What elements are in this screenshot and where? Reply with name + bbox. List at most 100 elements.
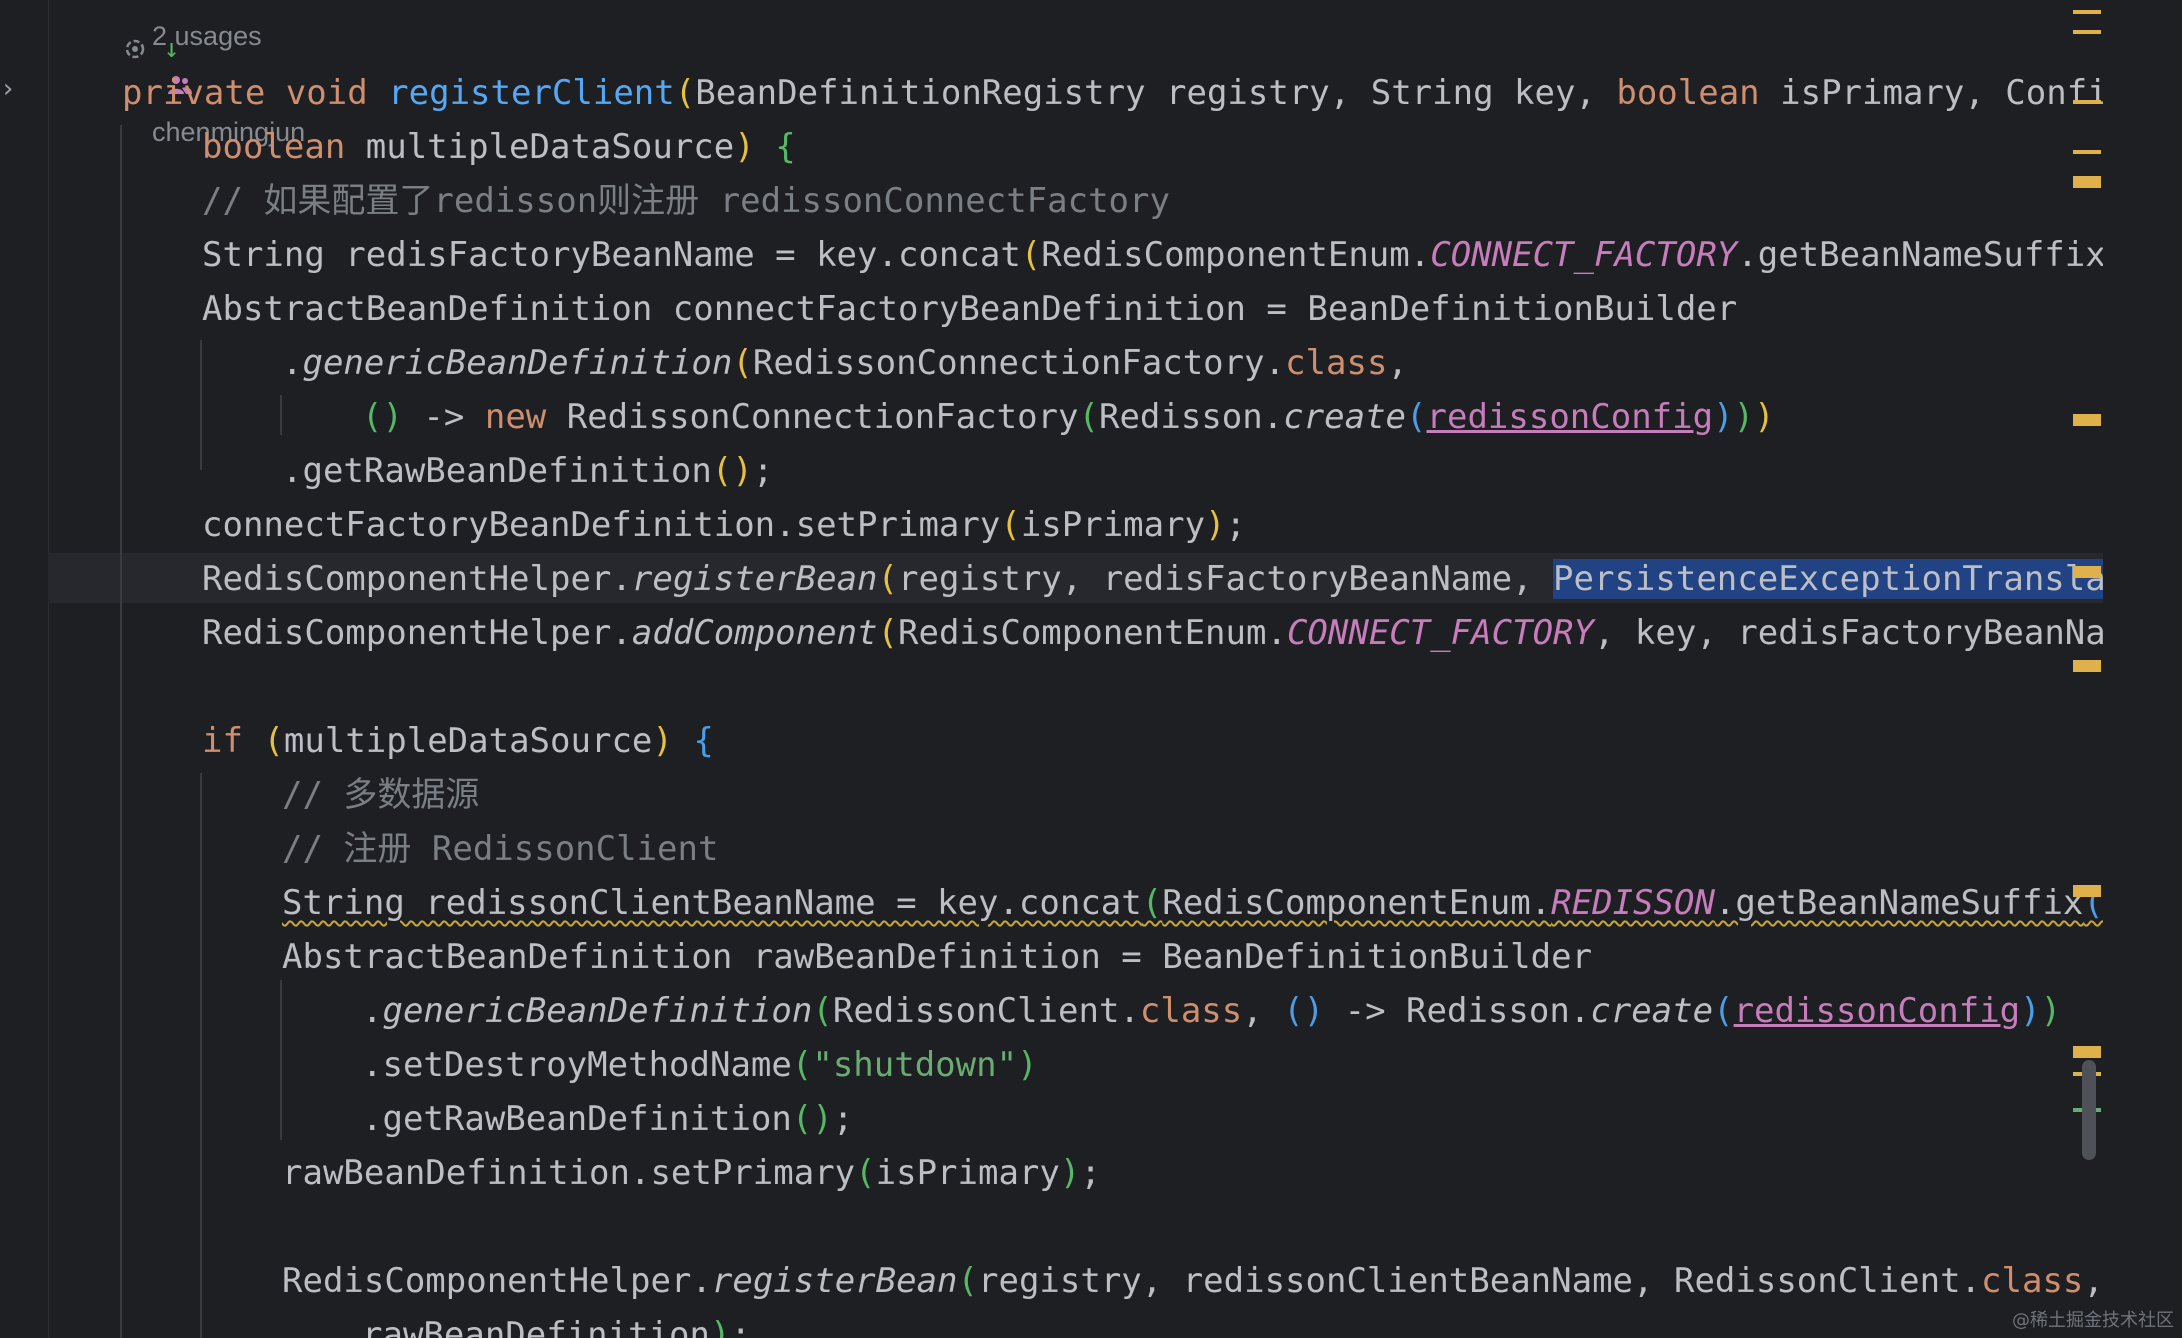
code-token: RedissonConnectionFactory. — [752, 343, 1286, 383]
code-line[interactable]: RedisComponentHelper.registerBean(regist… — [282, 1254, 2103, 1308]
code-token: ) — [1205, 505, 1226, 545]
code-token: ; — [752, 451, 774, 491]
code-token: .setDestroyMethodName — [362, 1045, 792, 1085]
code-token: // 如果配置了redisson则注册 redissonConnectFacto… — [202, 181, 1170, 221]
code-token: create — [1283, 397, 1407, 437]
code-token: ( — [674, 73, 696, 113]
code-token: ) — [1733, 397, 1755, 437]
code-line[interactable]: if (multipleDataSource) { — [202, 714, 714, 768]
code-line[interactable]: .getRawBeanDefinition(); — [362, 1092, 853, 1146]
code-token: rawBeanDefinition — [362, 1315, 710, 1338]
code-token: registry, redisFactoryBeanName, — [898, 559, 1554, 599]
code-line[interactable]: () -> new RedissonConnectionFactory(Redi… — [362, 390, 1775, 444]
code-token: { — [775, 127, 796, 167]
code-token: ) — [652, 721, 673, 761]
code-token: ) — [710, 1315, 731, 1338]
code-token: rawBeanDefinition.setPrimary — [282, 1153, 856, 1193]
code-token: PersistenceExceptionTranslato — [1553, 559, 2103, 599]
code-token: addComponent — [631, 613, 878, 653]
marker-stripe[interactable] — [2073, 100, 2101, 104]
code-line[interactable]: // 多数据源 — [282, 768, 479, 822]
code-line[interactable]: RedisComponentHelper.registerBean(regist… — [202, 552, 2103, 606]
code-token: ; — [1080, 1153, 1101, 1193]
indent-guide — [200, 773, 202, 1338]
code-line[interactable]: rawBeanDefinition.setPrimary(isPrimary); — [282, 1146, 1101, 1200]
code-vision-actions[interactable]: ↓ — [122, 32, 179, 66]
scrollbar-thumb[interactable] — [2082, 1060, 2096, 1160]
marker-stripe[interactable] — [2073, 660, 2101, 672]
code-line[interactable]: private void registerClient(BeanDefiniti… — [122, 66, 2103, 120]
marker-stripe[interactable] — [2073, 885, 2101, 897]
arrow-down-icon[interactable]: ↓ — [164, 34, 180, 64]
code-editor[interactable]: 2 usages chenmingjun ↓ private void regi… — [48, 0, 2103, 1338]
code-token: class — [1139, 991, 1243, 1031]
gutter-marker-icon[interactable]: › — [0, 74, 16, 104]
code-token: .getBeanNameSuffix — [1714, 883, 2084, 923]
code-line[interactable]: RedisComponentHelper.addComponent(RedisC… — [202, 606, 2103, 660]
code-token: .getRawBeanDefinition — [362, 1099, 792, 1139]
code-token: () — [791, 1099, 833, 1139]
code-token: create — [1590, 991, 1714, 1031]
code-token: RedisComponentHelper. — [282, 1261, 712, 1301]
code-line[interactable]: AbstractBeanDefinition rawBeanDefinition… — [282, 930, 1592, 984]
code-token: RedisComponentEnum. — [1041, 235, 1431, 275]
line-gutter: › — [0, 0, 49, 1338]
marker-stripe[interactable] — [2073, 566, 2101, 578]
code-token: REDISSON — [1551, 883, 1715, 923]
indent-guide — [200, 340, 202, 470]
code-token: genericBeanDefinition — [382, 991, 813, 1031]
code-line[interactable]: .genericBeanDefinition(RedissonClient.cl… — [362, 984, 2061, 1038]
code-token: RedissonConnectionFactory — [546, 397, 1079, 437]
error-stripe[interactable] — [2103, 0, 2182, 1338]
code-token: ( — [1020, 235, 1042, 275]
code-token: .getBeanNameSuffix — [1737, 235, 2103, 275]
code-token: BeanDefinitionRegistry registry, String … — [695, 73, 1617, 113]
marker-stripe[interactable] — [2073, 30, 2101, 34]
code-line[interactable]: String redissonClientBeanName = key.conc… — [282, 876, 2103, 930]
code-token: ( — [1141, 883, 1163, 923]
code-token: ; — [730, 1315, 751, 1338]
code-line[interactable]: .getRawBeanDefinition(); — [282, 444, 773, 498]
code-token: , — [1242, 991, 1284, 1031]
code-token: class — [1981, 1261, 2084, 1301]
code-line[interactable]: String redisFactoryBeanName = key.concat… — [202, 228, 2103, 282]
code-line[interactable]: .genericBeanDefinition(RedissonConnectio… — [282, 336, 1408, 390]
ai-assist-icon[interactable] — [122, 34, 164, 64]
marker-stripe[interactable] — [2073, 10, 2101, 14]
code-token: RedisComponentEnum. — [898, 613, 1287, 653]
code-line[interactable]: // 如果配置了redisson则注册 redissonConnectFacto… — [202, 174, 1170, 228]
code-token: void — [285, 73, 368, 113]
code-token: , key, redisFactoryBeanName — [1593, 613, 2103, 653]
code-token: new — [484, 397, 547, 437]
code-line[interactable]: // 注册 RedissonClient — [282, 822, 718, 876]
code-token: ( — [732, 343, 753, 383]
inlay-hints[interactable]: 2 usages chenmingjun — [122, 0, 305, 146]
watermark: @稀土掘金技术社区 — [2012, 1310, 2174, 1331]
code-line[interactable]: connectFactoryBeanDefinition.setPrimary(… — [202, 498, 1246, 552]
code-token: . — [362, 991, 383, 1031]
code-token: ) — [1754, 397, 1775, 437]
marker-stripe[interactable] — [2073, 150, 2101, 154]
code-line[interactable]: .setDestroyMethodName("shutdown") — [362, 1038, 1038, 1092]
indent-guide — [120, 125, 122, 1338]
code-token: RedisComponentEnum. — [1162, 883, 1552, 923]
code-token: registry, redissonClientBeanName, Rediss… — [978, 1261, 1982, 1301]
marker-stripe[interactable] — [2073, 176, 2101, 188]
marker-stripe[interactable] — [2073, 414, 2101, 426]
code-line[interactable]: AbstractBeanDefinition connectFactoryBea… — [202, 282, 1737, 336]
code-token: // 多数据源 — [282, 775, 480, 815]
code-token: ) — [2020, 991, 2041, 1031]
marker-stripe[interactable] — [2073, 1046, 2101, 1058]
code-token: "shutdown" — [812, 1045, 1018, 1085]
code-token: ( — [877, 559, 898, 599]
code-line[interactable]: boolean multipleDataSource) { — [202, 120, 796, 174]
code-line[interactable]: rawBeanDefinition); — [362, 1308, 751, 1338]
code-token: ( — [957, 1261, 978, 1301]
code-token: () — [1283, 991, 1325, 1031]
code-token: multipleDataSource — [283, 721, 653, 761]
code-token: // 注册 RedissonClient — [282, 829, 719, 869]
indent-guide — [280, 395, 282, 435]
code-token: ; — [832, 1099, 854, 1139]
